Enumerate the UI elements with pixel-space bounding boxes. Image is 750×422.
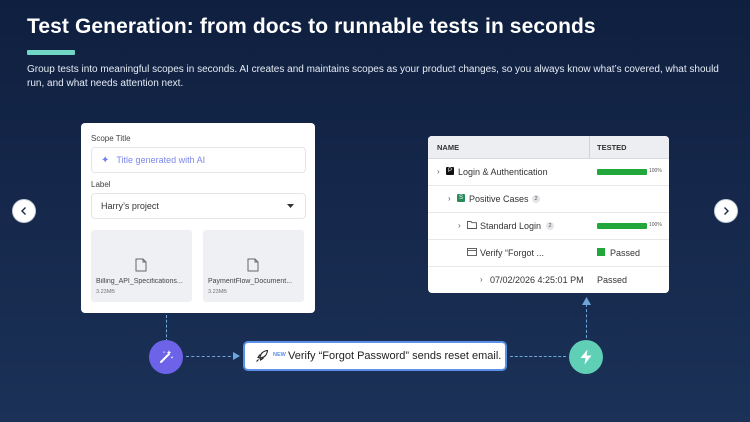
count-badge: 2	[532, 195, 540, 203]
chevron-right-icon[interactable]: ›	[448, 194, 451, 203]
carousel-prev-button[interactable]	[13, 200, 35, 222]
progress-bar	[597, 223, 647, 229]
connector-line	[586, 304, 587, 338]
file-size: 3.23MB	[208, 289, 227, 295]
arrow-head-icon	[233, 352, 240, 360]
test-table-card: NAME TESTED › P Login & Authentication 1…	[428, 136, 669, 293]
file-card[interactable]: Billing_API_Specifications... 3.23MB	[91, 230, 192, 302]
caret-down-icon	[287, 204, 294, 208]
table-row[interactable]: › S Positive Cases 2	[428, 185, 669, 213]
chevron-right-icon[interactable]: ›	[437, 167, 440, 176]
table-row[interactable]: Verify “Forgot ... Passed	[428, 239, 669, 267]
document-icon	[247, 258, 259, 272]
row-label: Login & Authentication	[458, 167, 548, 177]
suite-badge-icon: S	[457, 194, 465, 202]
label-field-label: Label	[91, 180, 111, 189]
pill-text: Verify “Forgot Password” sends reset ema…	[288, 350, 502, 362]
arrow-head-icon	[582, 297, 591, 305]
connector-line	[166, 315, 167, 342]
ai-magic-circle	[149, 340, 183, 374]
row-label: Positive Cases	[469, 194, 529, 204]
file-name: Billing_API_Specifications...	[96, 278, 183, 285]
progress-percent: 100%	[649, 222, 662, 228]
passed-status-icon	[597, 248, 605, 256]
row-label: Verify “Forgot ...	[480, 248, 545, 258]
sparkle-icon: ✦	[101, 154, 110, 166]
column-header-name: NAME	[437, 143, 460, 152]
scope-title-input[interactable]: ✦ Title generated with AI	[91, 147, 306, 173]
column-header-tested: TESTED	[597, 143, 627, 152]
table-row[interactable]: › Standard Login 2 100%	[428, 212, 669, 240]
row-label: 07/02/2026 4:25:01 PM	[490, 275, 584, 285]
page-description: Group tests into meaningful scopes in se…	[27, 64, 719, 89]
chevron-right-icon	[724, 207, 729, 215]
connector-line	[186, 356, 236, 357]
scope-title-placeholder: Title generated with AI	[116, 155, 206, 165]
connector-line	[510, 356, 566, 357]
table-row[interactable]: › 07/02/2026 4:25:01 PM Passed	[428, 266, 669, 293]
chevron-left-icon	[21, 207, 26, 215]
chevron-right-icon[interactable]: ›	[480, 275, 483, 284]
generated-test-pill[interactable]: NEW Verify “Forgot Password” sends reset…	[243, 341, 507, 371]
page-title: Test Generation: from docs to runnable t…	[27, 15, 596, 38]
file-card[interactable]: PaymentFlow_Document... 3.23MB	[203, 230, 304, 302]
table-header: NAME TESTED	[428, 136, 669, 159]
file-name: PaymentFlow_Document...	[208, 278, 293, 285]
lightning-bolt-icon	[580, 349, 592, 365]
scope-form-card: Scope Title ✦ Title generated with AI La…	[81, 123, 315, 313]
rocket-icon	[256, 349, 269, 362]
progress-percent: 100%	[649, 168, 662, 174]
table-row[interactable]: › P Login & Authentication 100%	[428, 158, 669, 186]
test-case-icon	[467, 248, 477, 256]
magic-wand-icon	[160, 350, 174, 363]
scope-title-label: Scope Title	[91, 134, 131, 143]
document-icon	[135, 258, 147, 272]
label-select-value: Harry’s project	[101, 201, 159, 211]
file-size: 3.23MB	[96, 289, 115, 295]
run-tests-circle	[569, 340, 603, 374]
chevron-right-icon[interactable]: ›	[458, 221, 461, 230]
project-badge-icon: P	[446, 167, 454, 175]
column-divider	[589, 136, 590, 158]
progress-bar	[597, 169, 647, 175]
row-label: Standard Login	[480, 221, 542, 231]
status-text: Passed	[610, 248, 641, 258]
status-text: Passed	[597, 275, 628, 285]
title-accent-bar	[27, 50, 75, 55]
label-select[interactable]: Harry’s project	[91, 193, 306, 219]
carousel-next-button[interactable]	[715, 200, 737, 222]
folder-icon	[467, 221, 477, 229]
count-badge: 2	[546, 222, 554, 230]
new-tag: NEW	[273, 352, 286, 358]
